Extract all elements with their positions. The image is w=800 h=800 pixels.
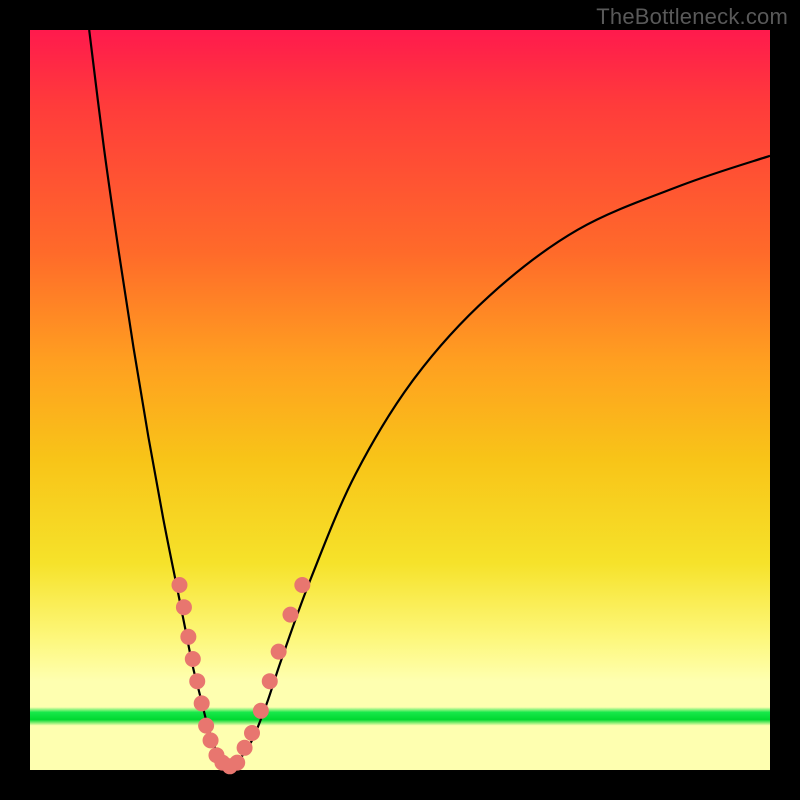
curve-marker <box>203 732 219 748</box>
chart-svg <box>30 30 770 770</box>
curve-marker <box>294 577 310 593</box>
curve-marker <box>180 629 196 645</box>
curve-markers <box>171 577 310 774</box>
chart-frame: TheBottleneck.com <box>0 0 800 800</box>
curve-marker <box>189 673 205 689</box>
curve-marker <box>198 718 214 734</box>
curve-marker <box>253 703 269 719</box>
curve-marker <box>262 673 278 689</box>
curve-marker <box>282 607 298 623</box>
plot-area <box>30 30 770 770</box>
curve-marker <box>271 644 287 660</box>
curve-marker <box>244 725 260 741</box>
curve-marker <box>171 577 187 593</box>
curve-marker <box>176 599 192 615</box>
curve-marker <box>185 651 201 667</box>
watermark-text: TheBottleneck.com <box>596 4 788 30</box>
curve-marker <box>229 755 245 771</box>
curve-marker <box>194 695 210 711</box>
curve-marker <box>237 740 253 756</box>
